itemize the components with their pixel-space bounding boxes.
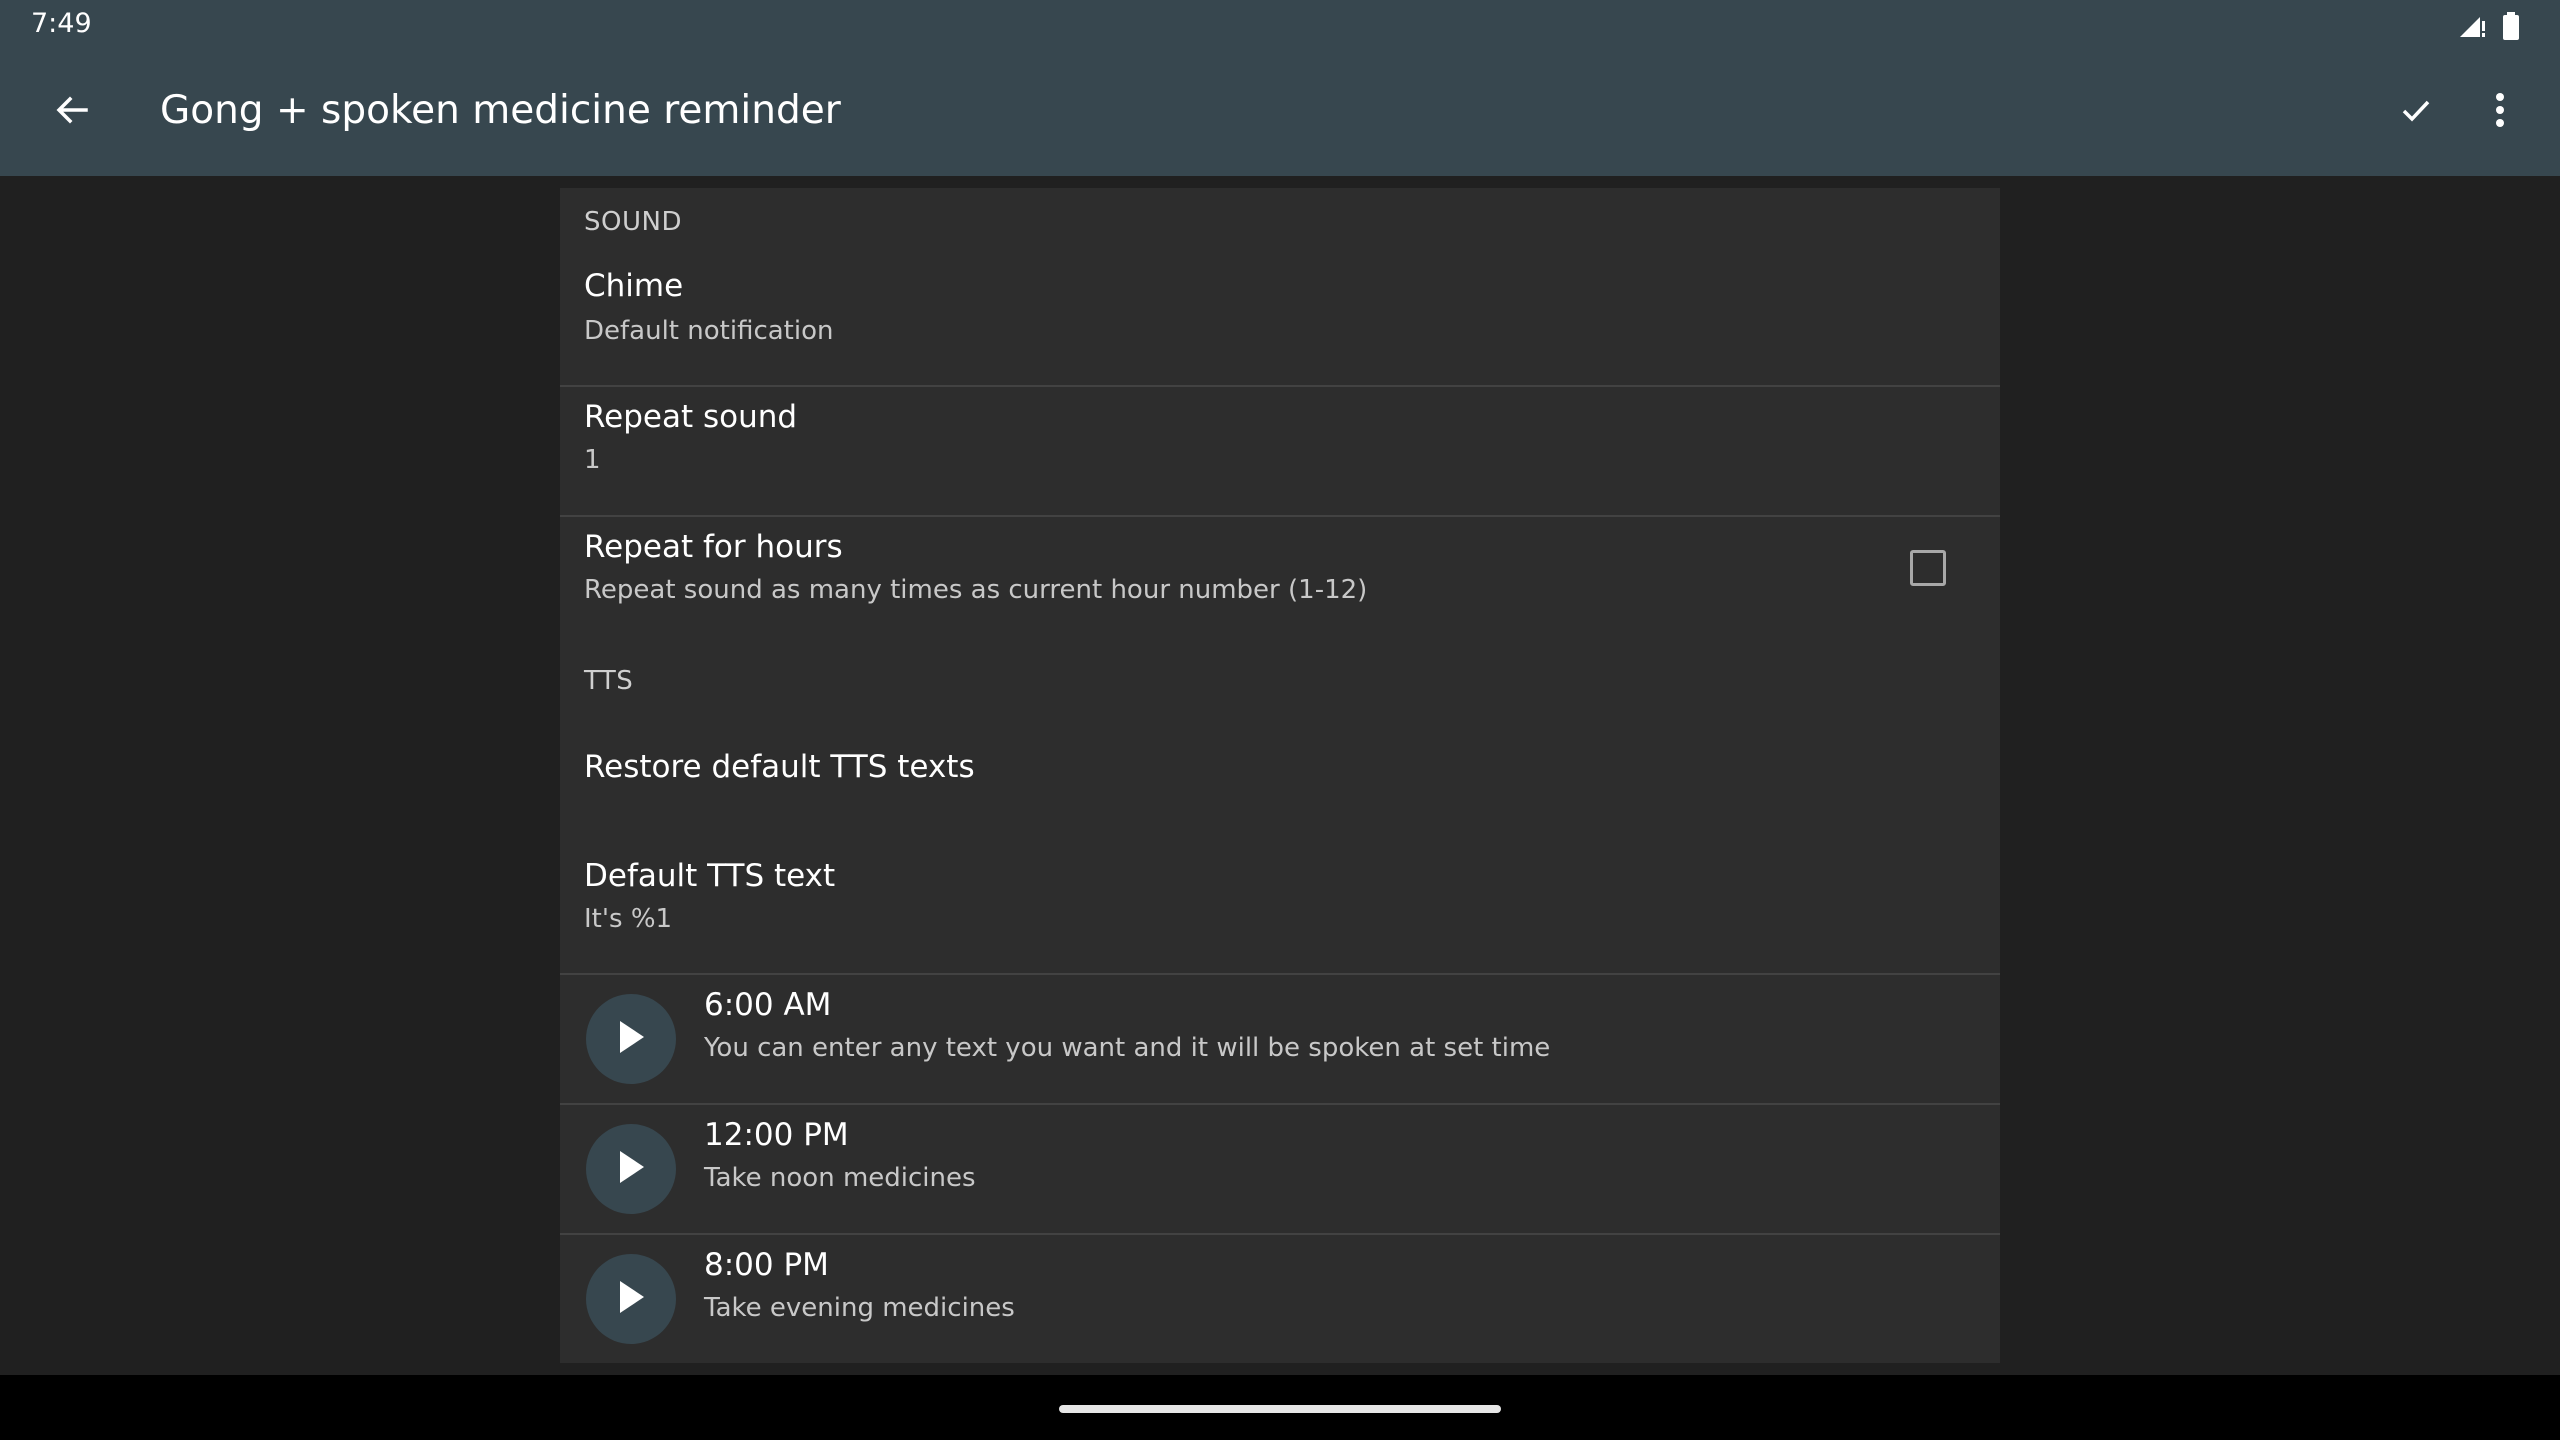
tts-time: 12:00 PM — [704, 1117, 849, 1153]
confirm-button[interactable] — [2384, 80, 2448, 144]
app-bar: 7:49 Gong + spoken medicine reminder — [0, 0, 2560, 176]
tts-text: Take noon medicines — [704, 1163, 976, 1193]
play-icon — [616, 1019, 646, 1059]
more-options-button[interactable] — [2468, 80, 2532, 144]
pref-summary: It's %1 — [584, 904, 673, 934]
pref-summary: 1 — [584, 445, 601, 475]
tts-item[interactable]: 6:00 AM You can enter any text you want … — [560, 975, 2000, 1103]
pref-summary: Default notification — [584, 316, 834, 346]
pref-title: Repeat for hours — [584, 529, 843, 565]
pref-title: Restore default TTS texts — [584, 749, 975, 785]
battery-icon — [2502, 12, 2520, 44]
home-gesture-handle[interactable] — [1059, 1405, 1501, 1413]
pref-title: Repeat sound — [584, 399, 798, 435]
pref-restore-default-tts[interactable]: Restore default TTS texts — [560, 723, 2000, 823]
settings-list: SOUND Chime Default notification Repeat … — [560, 188, 2000, 1363]
tts-item[interactable]: 8:00 PM Take evening medicines — [560, 1235, 2000, 1363]
pref-chime[interactable]: Chime Default notification — [560, 260, 2000, 372]
tts-text: Take evening medicines — [704, 1293, 1015, 1323]
signal-icon — [2458, 13, 2488, 43]
tts-time: 8:00 PM — [704, 1247, 829, 1283]
play-icon — [616, 1279, 646, 1319]
play-button[interactable] — [586, 1124, 676, 1214]
pref-repeat-sound[interactable]: Repeat sound 1 — [560, 387, 2000, 515]
status-time: 7:49 — [31, 8, 92, 39]
navigation-bar — [0, 1375, 2560, 1440]
status-icons — [2458, 12, 2520, 44]
pref-title: Chime — [584, 268, 684, 304]
play-button[interactable] — [586, 994, 676, 1084]
section-header-tts: TTS — [584, 666, 634, 696]
pref-summary: Repeat sound as many times as current ho… — [584, 575, 1368, 605]
play-icon — [616, 1149, 646, 1189]
pref-default-tts-text[interactable]: Default TTS text It's %1 — [560, 848, 2000, 960]
back-button[interactable] — [40, 80, 104, 144]
section-header-sound: SOUND — [584, 207, 682, 237]
repeat-for-hours-checkbox[interactable] — [1910, 550, 1946, 586]
pref-title: Default TTS text — [584, 858, 836, 894]
tts-time: 6:00 AM — [704, 987, 832, 1023]
page-title: Gong + spoken medicine reminder — [160, 88, 841, 133]
more-vert-icon — [2494, 92, 2506, 132]
play-button[interactable] — [586, 1254, 676, 1344]
tts-item[interactable]: 12:00 PM Take noon medicines — [560, 1105, 2000, 1233]
check-icon — [2400, 94, 2432, 130]
pref-repeat-for-hours[interactable]: Repeat for hours Repeat sound as many ti… — [560, 517, 2000, 647]
arrow-back-icon — [54, 92, 90, 132]
tts-text: You can enter any text you want and it w… — [704, 1033, 1551, 1063]
